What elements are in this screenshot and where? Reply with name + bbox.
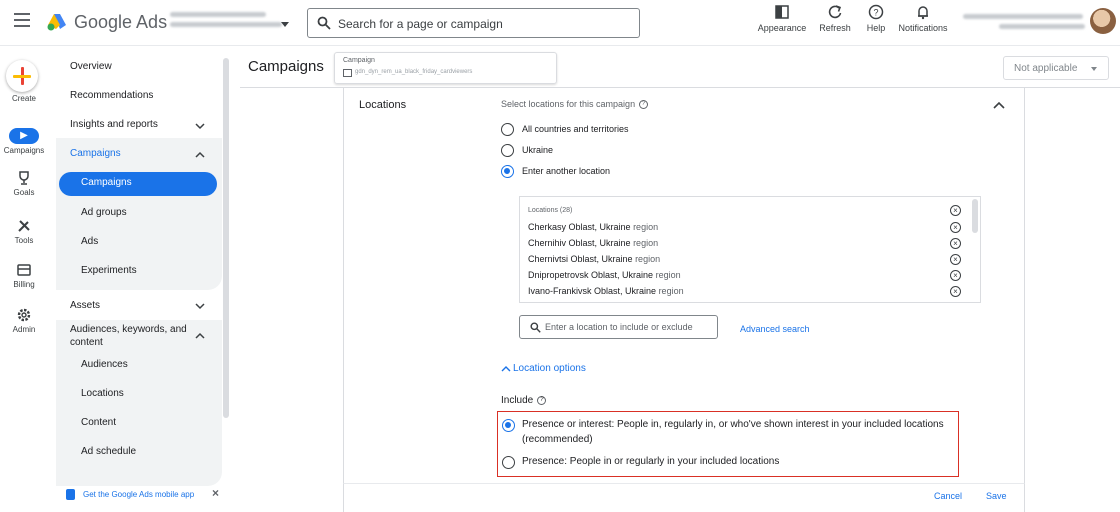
tools-icon <box>18 220 30 232</box>
list-item: Ivano-Frankivsk Oblast, Ukraine region <box>528 286 684 296</box>
avatar[interactable] <box>1090 8 1116 34</box>
radio-label: Presence: People in or regularly in your… <box>522 456 780 467</box>
megaphone-icon: ▶ <box>9 128 39 144</box>
campaign-selector[interactable]: Campaign gdn_dyn_rem_ua_black_friday_car… <box>334 52 557 84</box>
navigation-panel: Overview Recommendations Insights and re… <box>56 46 222 486</box>
nav-group-campaigns[interactable]: Campaigns <box>70 148 121 159</box>
list-item: Dnipropetrovsk Oblast, Ukraine region <box>528 270 681 280</box>
appearance-icon <box>775 5 789 19</box>
nav-item-insights[interactable]: Insights and reports <box>70 119 158 130</box>
gear-icon <box>17 308 31 322</box>
radio-all-countries[interactable] <box>501 123 514 136</box>
bell-icon <box>918 6 928 20</box>
nav-item-ad-groups[interactable]: Ad groups <box>81 207 127 218</box>
card-icon <box>17 264 31 276</box>
google-ads-logo <box>47 14 66 31</box>
section-title: Locations <box>359 99 407 111</box>
chevron-up-icon[interactable] <box>194 332 206 340</box>
appearance-button[interactable]: Appearance <box>756 4 808 33</box>
chevron-down-icon[interactable] <box>194 122 206 130</box>
dropdown-arrow-icon <box>1091 67 1097 71</box>
remove-icon[interactable]: × <box>950 238 961 249</box>
user-account-info[interactable] <box>963 14 1089 34</box>
radio-label: Enter another location <box>522 166 611 176</box>
chevron-up-icon[interactable] <box>194 151 206 159</box>
list-item: Cherkasy Oblast, Ukraine region <box>528 222 659 232</box>
search-icon <box>530 322 541 333</box>
close-icon[interactable]: × <box>212 486 219 500</box>
not-applicable-dropdown[interactable]: Not applicable <box>1003 56 1109 80</box>
trophy-icon <box>19 171 29 185</box>
notifications-button[interactable]: Notifications <box>897 4 949 33</box>
create-button[interactable] <box>6 60 38 92</box>
search-placeholder: Search for a page or campaign <box>338 17 503 31</box>
radio-ukraine[interactable] <box>501 144 514 157</box>
rail-item-campaigns[interactable]: ▶ Campaigns <box>0 128 48 155</box>
radio-label: All countries and territories <box>522 124 629 134</box>
page-title: Campaigns <box>248 58 324 75</box>
help-icon[interactable]: ? <box>537 395 547 405</box>
cancel-button[interactable]: Cancel <box>934 491 962 501</box>
advanced-search-link[interactable]: Advanced search <box>740 324 810 334</box>
menu-icon[interactable] <box>14 13 30 27</box>
nav-item-overview[interactable]: Overview <box>70 61 112 72</box>
download-icon <box>66 489 75 500</box>
list-item: Chernivtsi Oblast, Ukraine region <box>528 254 661 264</box>
nav-item-ad-schedule[interactable]: Ad schedule <box>81 446 136 457</box>
list-item: Chernihiv Oblast, Ukraine region <box>528 238 659 248</box>
include-label: Include? <box>501 395 547 406</box>
svg-text:?: ? <box>873 8 878 18</box>
help-icon[interactable]: ? <box>639 100 649 110</box>
refresh-icon <box>828 5 842 19</box>
rail-create-label[interactable]: Create <box>0 94 48 103</box>
collapse-chevron-icon[interactable] <box>993 101 1005 109</box>
chevron-up-icon <box>501 366 511 372</box>
radio-label: Ukraine <box>522 145 554 155</box>
locations-list: Locations (28) Cherkasy Oblast, Ukraine … <box>519 196 981 303</box>
remove-icon[interactable]: × <box>950 286 961 297</box>
nav-item-assets[interactable]: Assets <box>70 300 100 311</box>
remove-icon[interactable]: × <box>950 205 961 216</box>
remove-icon[interactable]: × <box>950 254 961 265</box>
account-selector[interactable] <box>170 12 285 32</box>
rail-item-admin[interactable]: Admin <box>0 307 48 334</box>
card-footer <box>343 483 1025 512</box>
nav-group-audiences[interactable]: Audiences, keywords, and content <box>70 323 190 349</box>
save-button[interactable]: Save <box>986 491 1007 501</box>
help-icon: ? <box>868 4 884 20</box>
list-scrollbar[interactable] <box>972 199 978 233</box>
radio-enter-another[interactable] <box>501 165 514 178</box>
locations-prompt: Select locations for this campaign? <box>501 99 649 110</box>
nav-item-content[interactable]: Content <box>81 417 116 428</box>
top-bar: Google Ads Search for a page or campaign… <box>0 0 1120 46</box>
radio-label: Presence or interest: People in, regular… <box>522 419 944 445</box>
remove-icon[interactable]: × <box>950 222 961 233</box>
campaign-name: gdn_dyn_rem_ua_black_friday_cardviewers <box>355 69 473 75</box>
nav-item-audiences[interactable]: Audiences <box>81 359 128 370</box>
rail-item-goals[interactable]: Goals <box>0 170 48 197</box>
list-header: Locations (28) <box>528 207 573 214</box>
search-bar[interactable]: Search for a page or campaign <box>307 8 640 38</box>
left-rail: Create ▶ Campaigns Goals Tools Billing A… <box>0 46 48 512</box>
nav-item-recommendations[interactable]: Recommendations <box>70 90 153 101</box>
nav-item-locations[interactable]: Locations <box>81 388 124 399</box>
chevron-down-icon[interactable] <box>194 302 206 310</box>
nav-item-experiments[interactable]: Experiments <box>81 265 137 276</box>
nav-item-campaigns[interactable]: Campaigns <box>81 177 132 188</box>
radio-presence-or-interest[interactable] <box>502 419 515 432</box>
nav-item-ads[interactable]: Ads <box>81 236 98 247</box>
rail-item-tools[interactable]: Tools <box>0 218 48 245</box>
calendar-icon <box>343 69 352 77</box>
search-icon <box>317 16 331 30</box>
remove-icon[interactable]: × <box>950 270 961 281</box>
location-search-input[interactable]: Enter a location to include or exclude <box>519 315 718 339</box>
help-button[interactable]: ? Help <box>864 4 888 33</box>
rail-item-billing[interactable]: Billing <box>0 262 48 289</box>
radio-presence[interactable] <box>502 456 515 469</box>
account-dropdown-icon[interactable] <box>281 22 289 27</box>
nav-scrollbar[interactable] <box>223 58 229 418</box>
brand-name: Google Ads <box>74 12 168 32</box>
refresh-button[interactable]: Refresh <box>816 4 854 33</box>
